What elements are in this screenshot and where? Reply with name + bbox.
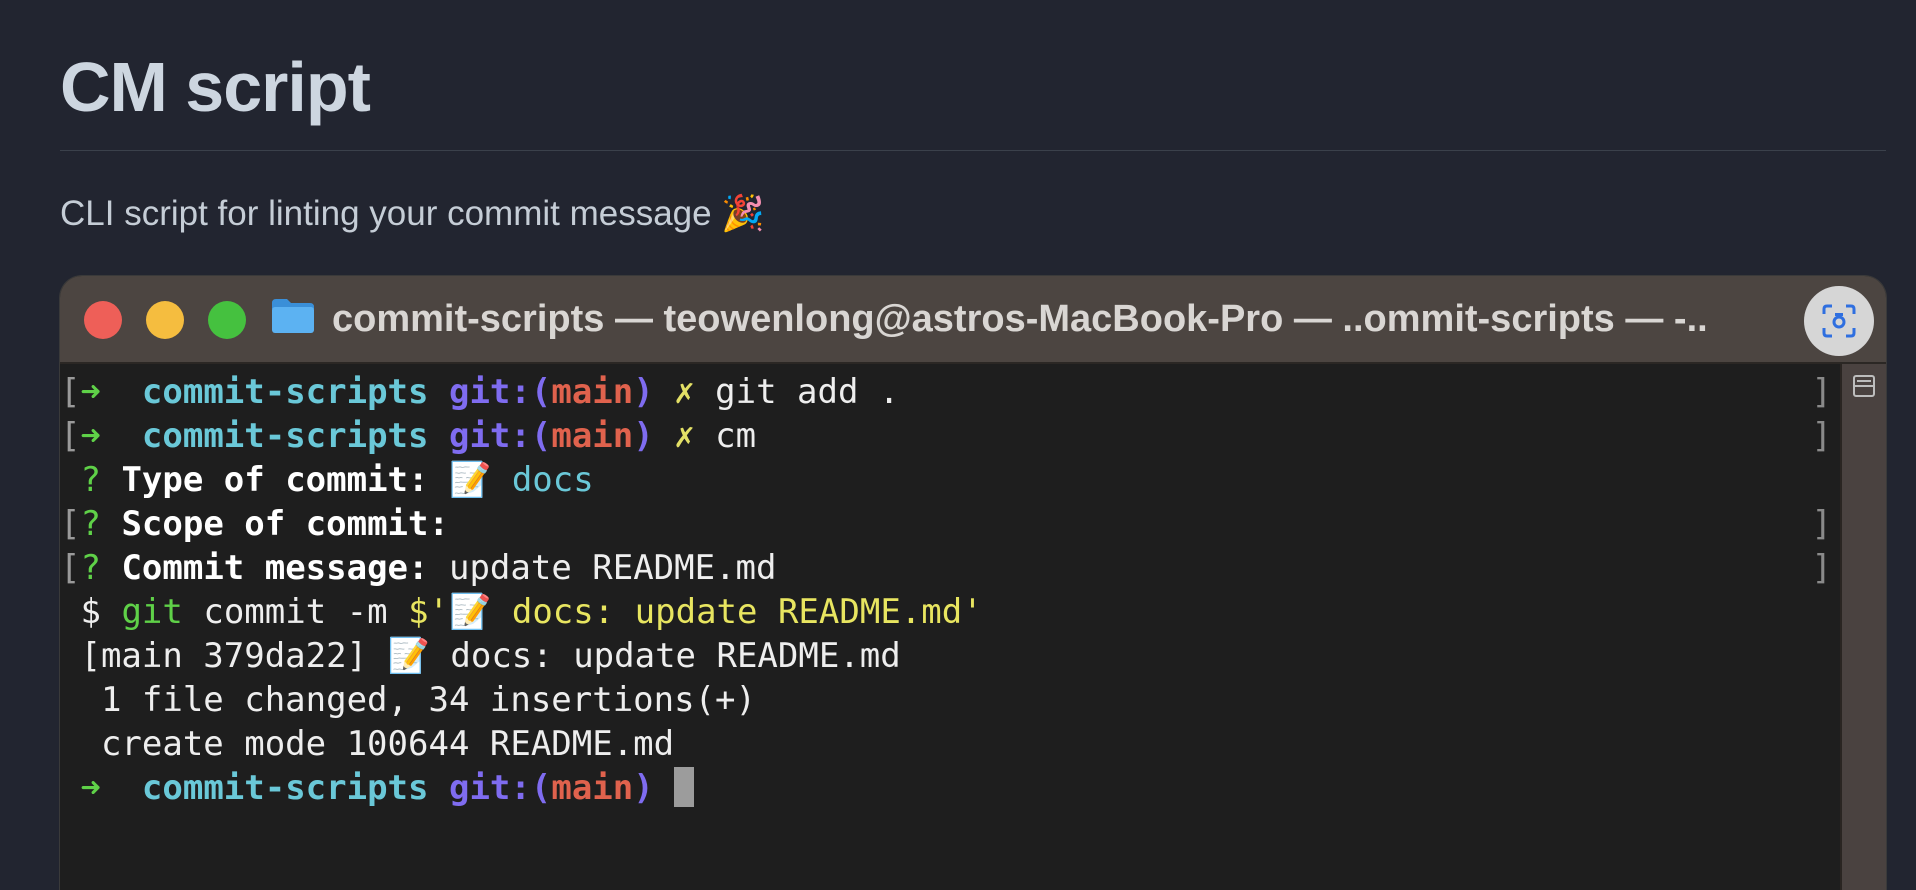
minimize-window-button[interactable]	[146, 301, 184, 339]
split-pane-icon[interactable]	[1852, 374, 1876, 398]
capture-icon	[1822, 304, 1856, 338]
memo-icon: 📝	[387, 636, 430, 676]
page-subtitle: CLI script for linting your commit messa…	[60, 192, 765, 236]
terminal-scrollbar[interactable]	[1840, 364, 1886, 890]
terminal-line-6: $ git commit -m $'📝 docs: update README.…	[80, 592, 983, 632]
terminal-output[interactable]: [➜ commit-scripts git:(main) ✗ git add .…	[60, 364, 1840, 890]
terminal-window: commit-scripts — teowenlong@astros-MacBo…	[60, 276, 1886, 890]
terminal-window-title: commit-scripts — teowenlong@astros-MacBo…	[332, 298, 1708, 340]
page-title: CM script	[60, 48, 371, 126]
terminal-line-5: [? Commit message: update README.md]	[60, 548, 1832, 588]
terminal-titlebar[interactable]: commit-scripts — teowenlong@astros-MacBo…	[60, 276, 1886, 364]
close-window-button[interactable]	[84, 301, 122, 339]
terminal-line-2: [➜ commit-scripts git:(main) ✗ cm]	[60, 416, 1832, 456]
terminal-line-10: ➜ commit-scripts git:(main)	[60, 766, 1840, 810]
readme-page: CM script CLI script for linting your co…	[0, 0, 1916, 890]
terminal-line-8: 1 file changed, 34 insertions(+)	[80, 680, 756, 720]
terminal-line-3: ? Type of commit: 📝 docs	[80, 460, 594, 500]
terminal-line-7: [main 379da22] 📝 docs: update README.md	[80, 636, 901, 676]
memo-icon: 📝	[448, 460, 492, 500]
terminal-line-9: create mode 100644 README.md	[80, 724, 675, 764]
terminal-cursor	[674, 766, 695, 807]
title-divider	[60, 150, 1886, 151]
screen-capture-button[interactable]	[1804, 286, 1874, 356]
memo-icon: 📝	[449, 592, 492, 632]
terminal-line-1: [➜ commit-scripts git:(main) ✗ git add .…	[60, 372, 1832, 412]
party-popper-icon: 🎉	[721, 194, 765, 234]
terminal-line-4: [? Scope of commit:]	[60, 504, 1832, 544]
zoom-window-button[interactable]	[208, 301, 246, 339]
folder-icon	[272, 299, 314, 333]
subtitle-text: CLI script for linting your commit messa…	[60, 194, 712, 233]
